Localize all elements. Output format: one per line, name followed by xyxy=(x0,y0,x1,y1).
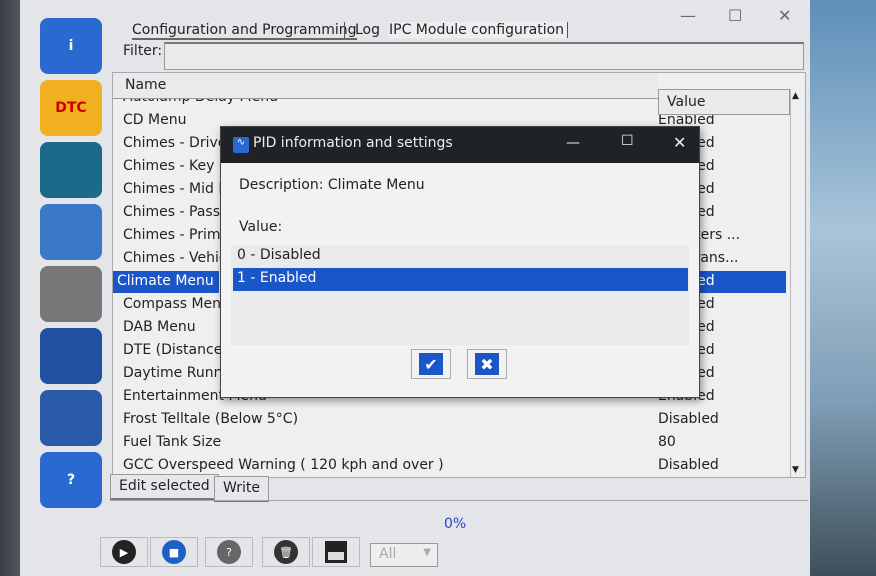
delete-icon: 🗑 xyxy=(274,540,298,564)
row-value: Disabled xyxy=(658,457,719,473)
stop-icon: ■ xyxy=(162,540,186,564)
pulse-icon: ∿ xyxy=(233,137,249,153)
scroll-down-icon[interactable]: ▼ xyxy=(792,465,799,475)
table-row[interactable]: Frost Telltale (Below 5°C) Disabled xyxy=(113,409,790,432)
help-wheel-icon[interactable]: ? xyxy=(40,452,102,508)
vertical-scrollbar[interactable]: ▲ ▼ xyxy=(790,89,805,477)
row-name: DTE (Distance t xyxy=(123,342,233,358)
column-header-name[interactable]: Name xyxy=(113,73,658,99)
chip-icon[interactable] xyxy=(40,328,102,384)
value-options-list[interactable]: 0 - Disabled 1 - Enabled xyxy=(231,245,689,345)
row-value: Disabled xyxy=(658,411,719,427)
row-name: Chimes - Key In xyxy=(123,158,232,174)
row-name: Climate Menu xyxy=(113,271,219,293)
row-name: Chimes - Driver xyxy=(123,135,233,151)
row-name: Fuel Tank Size xyxy=(123,434,222,450)
settings-gear-icon[interactable] xyxy=(40,390,102,446)
option-enabled[interactable]: 1 - Enabled xyxy=(233,268,688,291)
row-name: Chimes - Vehic xyxy=(123,250,227,266)
play-button[interactable]: ▶ xyxy=(100,537,148,567)
filter-input[interactable] xyxy=(164,42,804,70)
dialog-titlebar: ∿ PID information and settings — ☐ ✕ xyxy=(221,127,699,163)
help-button[interactable]: ? xyxy=(205,537,253,567)
car-info-icon[interactable]: i xyxy=(40,18,102,74)
cancel-x-icon: ✖ xyxy=(475,353,499,375)
ok-button[interactable]: ✔ xyxy=(411,349,451,379)
edit-selected-button[interactable]: Edit selected xyxy=(110,474,219,500)
dialog-title: PID information and settings xyxy=(253,135,453,151)
table-row[interactable]: Fuel Tank Size 80 xyxy=(113,432,790,455)
stop-button[interactable]: ■ xyxy=(150,537,198,567)
filter-select[interactable]: All ▼ xyxy=(370,543,438,567)
dtc-icon[interactable]: DTC xyxy=(40,80,102,136)
dialog-description: Description: Climate Menu xyxy=(239,177,425,193)
tab-ipc-module[interactable]: IPC Module configuration xyxy=(389,22,569,38)
oscilloscope-icon[interactable] xyxy=(40,142,102,198)
checkmark-icon: ✔ xyxy=(419,353,443,375)
row-name: GCC Overspeed Warning ( 120 kph and over… xyxy=(123,457,444,473)
filter-select-value: All xyxy=(379,546,397,562)
wrench-icon[interactable] xyxy=(40,266,102,322)
row-name: CD Menu xyxy=(123,112,187,128)
row-name: Compass Menu xyxy=(123,296,230,312)
write-button[interactable]: Write xyxy=(214,476,269,502)
tab-configuration[interactable]: Configuration and Programming xyxy=(132,22,357,40)
row-name: Chimes - Mid P xyxy=(123,181,227,197)
dialog-close-button[interactable]: ✕ xyxy=(673,133,686,152)
filter-label: Filter: xyxy=(123,43,163,59)
delete-button[interactable]: 🗑 xyxy=(262,537,310,567)
save-button[interactable] xyxy=(312,537,360,567)
chevron-down-icon: ▼ xyxy=(423,547,431,558)
row-name: Daytime Runnin xyxy=(123,365,236,381)
value-label: Value: xyxy=(239,219,283,235)
column-header-value[interactable]: Value xyxy=(658,89,790,115)
pid-dialog: ∿ PID information and settings — ☐ ✕ Des… xyxy=(220,126,700,398)
minimize-button[interactable]: — xyxy=(680,6,696,25)
scroll-up-icon[interactable]: ▲ xyxy=(792,91,799,101)
row-name: Chimes - Passe xyxy=(123,204,229,220)
cancel-button[interactable]: ✖ xyxy=(467,349,507,379)
tab-log[interactable]: Log xyxy=(344,22,380,38)
play-icon: ▶ xyxy=(112,540,136,564)
save-icon xyxy=(325,541,347,563)
help-icon: ? xyxy=(217,540,241,564)
progress-text: 0% xyxy=(444,516,467,532)
dialog-minimize-button[interactable]: — xyxy=(566,135,580,151)
checklist-icon[interactable] xyxy=(40,204,102,260)
maximize-button[interactable]: ☐ xyxy=(728,6,742,25)
row-value: 80 xyxy=(658,434,676,450)
row-name: DAB Menu xyxy=(123,319,196,335)
row-name: Frost Telltale (Below 5°C) xyxy=(123,411,299,427)
dialog-maximize-button[interactable]: ☐ xyxy=(621,133,634,149)
option-disabled[interactable]: 0 - Disabled xyxy=(233,245,688,268)
close-button[interactable]: ✕ xyxy=(778,6,791,25)
row-name: Chimes - Prima xyxy=(123,227,230,243)
